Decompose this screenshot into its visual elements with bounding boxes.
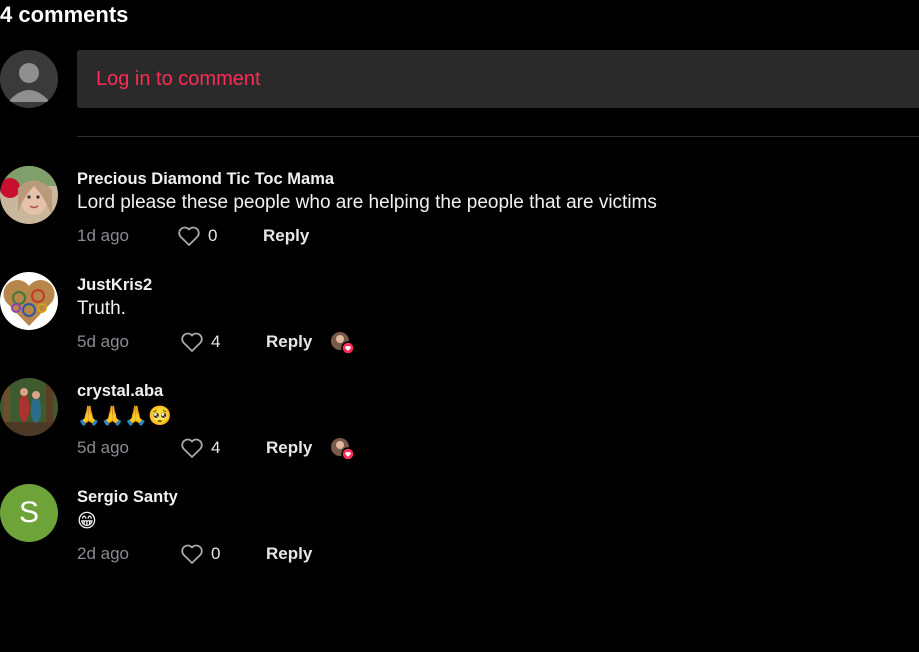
user-avatar[interactable]: S [0,484,58,542]
comment-timestamp: 1d ago [77,226,129,245]
avatar-initial: S [0,484,58,542]
like-count: 0 [211,544,221,563]
comment-item: S Sergio Santy 😁 2d ago 0 Reply [0,484,919,584]
user-avatar[interactable] [0,166,58,224]
comment-item: Precious Diamond Tic Toc Mama Lord pleas… [0,166,919,266]
heart-icon [181,332,203,352]
login-to-comment-label: Log in to comment [96,67,261,90]
comment-item: JustKris2 Truth. 5d ago 4 Reply [0,272,919,372]
like-count: 4 [211,332,221,351]
like-button[interactable]: 4 [180,331,220,353]
reply-button[interactable]: Reply [266,438,312,458]
like-button[interactable]: 0 [180,543,220,565]
comment-text: Lord please these people who are helping… [77,192,657,213]
liked-by-creator-badge [329,330,355,356]
comment-text: Truth. [77,298,126,319]
liked-by-creator-badge [329,436,355,462]
comment-item: crystal.aba 🙏🙏🙏🥺 5d ago 4 Reply [0,378,919,478]
divider [77,136,919,137]
comment-username[interactable]: crystal.aba [77,382,163,401]
user-avatar[interactable] [0,272,58,330]
comment-timestamp: 5d ago [77,332,129,351]
comment-text: 😁 [77,511,97,532]
like-count: 4 [211,438,221,457]
comment-text: 🙏🙏🙏🥺 [77,406,172,427]
current-user-avatar [0,50,58,108]
comment-username[interactable]: JustKris2 [77,276,152,295]
user-avatar[interactable] [0,378,58,436]
login-to-comment-button[interactable]: Log in to comment [77,50,919,108]
like-button[interactable]: 0 [177,225,217,247]
comments-count-title: 4 comments [0,2,129,27]
heart-icon [181,544,203,564]
like-button[interactable]: 4 [180,437,220,459]
comment-username[interactable]: Precious Diamond Tic Toc Mama [77,170,334,189]
reply-button[interactable]: Reply [266,332,312,352]
heart-icon [181,438,203,458]
comment-timestamp: 2d ago [77,544,129,563]
reply-button[interactable]: Reply [266,544,312,564]
like-count: 0 [208,226,218,245]
heart-icon [178,226,200,246]
comment-timestamp: 5d ago [77,438,129,457]
reply-button[interactable]: Reply [263,226,309,246]
comment-username[interactable]: Sergio Santy [77,488,178,507]
